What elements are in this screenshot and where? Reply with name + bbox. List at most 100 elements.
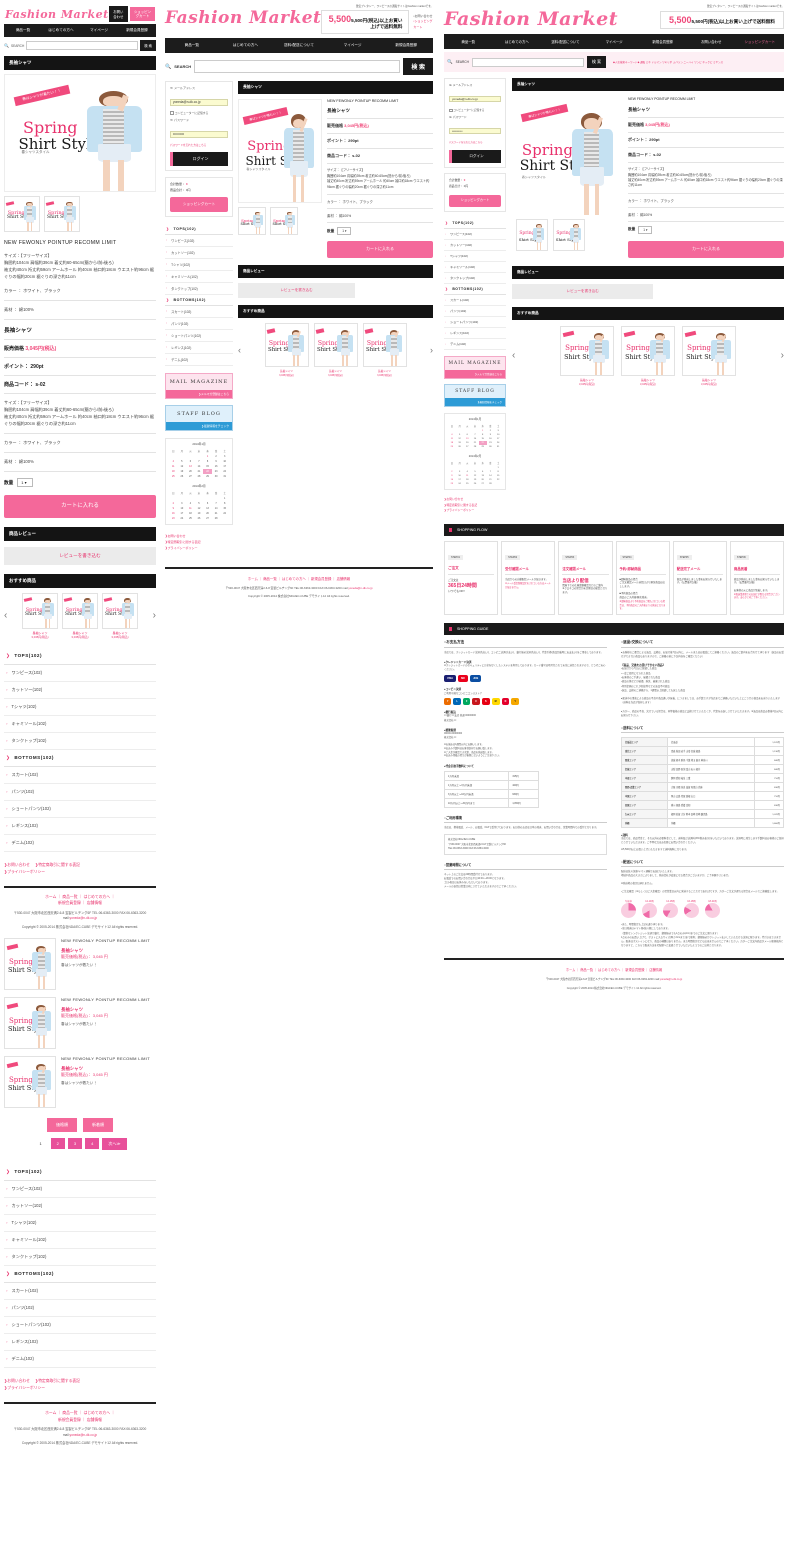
- category-item[interactable]: ◦ Tシャツ(102): [165, 259, 233, 271]
- side-link-privacy[interactable]: ❯プライバシーポリシー: [4, 1385, 156, 1392]
- carousel-next-icon[interactable]: ›: [781, 350, 784, 361]
- nav-item-first-time[interactable]: はじめての方へ: [42, 28, 80, 33]
- category-item[interactable]: ◦ デニム(102): [444, 339, 506, 350]
- qty-stepper[interactable]: 1 ▾: [638, 225, 653, 234]
- nav-item-register[interactable]: 新規会員登録: [379, 43, 433, 48]
- category-item[interactable]: ◦ ショートパンツ(102): [165, 330, 233, 342]
- category-item[interactable]: ◦ ショートパンツ(102): [4, 801, 156, 818]
- forgot-password-link[interactable]: パスワードを忘れた方はこちら: [170, 143, 228, 147]
- category-head-tops[interactable]: ❯ TOPS(102): [444, 218, 506, 229]
- footer-mail-link[interactable]: yoneda@n-dk.co.jp: [70, 916, 98, 920]
- cart-button[interactable]: ショッピングカート: [130, 6, 155, 22]
- thumbnail-2[interactable]: Spring Shirt Style: [553, 219, 585, 251]
- page-4[interactable]: 4: [85, 1138, 100, 1150]
- search-input[interactable]: [26, 41, 139, 50]
- category-head-bottoms[interactable]: ❯ BOTTOMS(102): [4, 750, 156, 767]
- mail-magazine-banner[interactable]: MAIL MAGAZINE ❯メルマガ登録はこちら: [165, 372, 233, 399]
- go-to-cart-button[interactable]: ショッピングカート: [170, 197, 228, 212]
- password-field[interactable]: [170, 130, 228, 138]
- category-item[interactable]: ◦ レギンス(102): [4, 1334, 156, 1351]
- category-item[interactable]: ◦ キャミソール(102): [4, 1232, 156, 1249]
- add-to-cart-button[interactable]: カートに入れる: [327, 241, 433, 258]
- category-head-bottoms[interactable]: ❯ BOTTOMS(102): [4, 1266, 156, 1283]
- sort-new-button[interactable]: 新着順: [83, 1117, 113, 1132]
- qty-stepper[interactable]: 1 ▾: [17, 478, 33, 488]
- email-field[interactable]: [170, 98, 228, 106]
- footer-nav-mobile[interactable]: ホーム ｜ 商品一覧 ｜ はじめての方へ ｜ 新規会員登録 ｜ 店舗情報: [4, 894, 156, 907]
- category-item[interactable]: ◦ Tシャツ(102): [4, 699, 156, 716]
- list-item[interactable]: Spring Shirt Style NEW FEWONLY POINTUP R…: [4, 937, 156, 990]
- recommend-card[interactable]: Spring Shirt Style 長袖シャツ 3,045円(税込): [62, 592, 98, 639]
- search-button[interactable]: 検 索: [403, 58, 433, 75]
- footer-nav-tablet[interactable]: ホーム ｜ 商品一覧 ｜ はじめての方へ ｜ 新規会員登録 ｜ 店舗情報: [165, 576, 433, 581]
- write-review-button[interactable]: レビューを書き込む: [4, 546, 156, 565]
- category-item[interactable]: ◦ パンツ(102): [4, 1300, 156, 1317]
- category-head-tops[interactable]: ❯ TOPS(102): [4, 648, 156, 665]
- nav-item-first-time[interactable]: はじめての方へ: [493, 39, 542, 44]
- recommend-card[interactable]: Spring Shirt Style 長袖シャツ 3,045円(税込): [682, 325, 736, 386]
- staff-blog-banner[interactable]: STAFF BLOG ❯最新情報をチェック: [444, 383, 506, 407]
- recommend-card[interactable]: Spring Shirt Style 長袖シャツ 3,045円(税込): [264, 322, 309, 377]
- remember-checkbox[interactable]: [449, 108, 453, 113]
- category-item[interactable]: ◦ デニム(102): [165, 354, 233, 366]
- category-item[interactable]: ◦ スカート(102): [444, 295, 506, 306]
- nav-item-mypage[interactable]: マイページ: [326, 43, 380, 48]
- side-link-legal[interactable]: ❯特定商取引に関する表記: [35, 1379, 80, 1383]
- page-next[interactable]: 次へ≫: [102, 1137, 127, 1150]
- side-link-privacy[interactable]: ❯プライバシーポリシー: [444, 508, 506, 514]
- thumbnail-1[interactable]: Spring Shirt Style: [516, 219, 548, 251]
- brand-logo[interactable]: Fashion Market: [165, 4, 321, 28]
- mail-magazine-banner[interactable]: MAIL MAGAZINE ❯メルマガ登録はこちら: [444, 355, 506, 379]
- category-head-tops[interactable]: ❯ TOPS(102): [4, 1164, 156, 1181]
- category-item[interactable]: ◦ ワンピース(102): [444, 229, 506, 240]
- nav-item-first-time[interactable]: はじめての方へ: [219, 43, 273, 48]
- recommend-card[interactable]: Spring Shirt Style 長袖シャツ 3,045円(税込): [560, 325, 614, 386]
- category-item[interactable]: ◦ パンツ(102): [165, 318, 233, 330]
- recommend-card[interactable]: Spring Shirt Style 長袖シャツ 3,045円(税込): [621, 325, 675, 386]
- category-item[interactable]: ◦ キャミソール(102): [4, 716, 156, 733]
- nav-item-shipping[interactable]: 送料・配送について: [272, 43, 326, 48]
- category-item[interactable]: ◦ Tシャツ(102): [444, 251, 506, 262]
- write-review-button[interactable]: レビューを書き込む: [238, 282, 355, 298]
- search-button[interactable]: 検 索: [140, 40, 156, 51]
- nav-item-mypage[interactable]: マイページ: [80, 28, 118, 33]
- side-link-privacy[interactable]: ❯プライバシーポリシー: [4, 869, 156, 876]
- nav-item-products[interactable]: 商品一覧: [444, 39, 493, 44]
- forgot-password-link[interactable]: パスワードを忘れた方はこちら: [449, 140, 501, 144]
- login-button[interactable]: ログイン: [170, 152, 228, 167]
- footer-mail-link[interactable]: yoneda@n-dk.co.jp: [348, 586, 372, 590]
- carousel-prev-icon[interactable]: ‹: [512, 350, 515, 361]
- sort-price-button[interactable]: 価格順: [47, 1117, 77, 1132]
- category-item[interactable]: ◦ ワンピース(102): [165, 235, 233, 247]
- page-1[interactable]: 1: [33, 1138, 48, 1150]
- category-item[interactable]: ◦ タンクトップ(102): [4, 1249, 156, 1266]
- category-item[interactable]: ◦ Tシャツ(102): [4, 1215, 156, 1232]
- category-item[interactable]: ◦ カットソー(102): [4, 1198, 156, 1215]
- main-nav-mobile[interactable]: 商品一覧 はじめての方へ マイページ 新規会員登録: [4, 24, 156, 37]
- nav-item-contact[interactable]: お問い合わせ: [687, 39, 736, 44]
- category-item[interactable]: ◦ ワンピース(102): [4, 1181, 156, 1198]
- category-item[interactable]: ◦ タンクトップ(102): [165, 283, 233, 295]
- category-head-tops[interactable]: ❯ TOPS(102): [165, 224, 233, 235]
- login-button[interactable]: ログイン: [449, 150, 501, 164]
- category-head-bottoms[interactable]: ❯ BOTTOMS(102): [444, 284, 506, 295]
- category-item[interactable]: ◦ レギンス(102): [165, 342, 233, 354]
- page-3[interactable]: 3: [67, 1138, 83, 1150]
- category-item[interactable]: ◦ スカート(102): [4, 1283, 156, 1300]
- list-item-image[interactable]: Spring Shirt Style: [4, 937, 56, 990]
- main-nav-desktop[interactable]: 商品一覧 はじめての方へ 送料・配送について マイページ 新規会員登録 お問い合…: [444, 34, 784, 49]
- category-item[interactable]: ◦ タンクトップ(102): [444, 273, 506, 284]
- search-input[interactable]: [471, 57, 584, 67]
- category-item[interactable]: ◦ カットソー(102): [444, 240, 506, 251]
- category-item[interactable]: ◦ キャミソール(102): [444, 262, 506, 273]
- product-main-image[interactable]: 春はシャツが着たい！！ Spring Shirt Style 春シャツスタイル: [4, 74, 156, 192]
- category-item[interactable]: ◦ ショートパンツ(102): [4, 1317, 156, 1334]
- category-item[interactable]: ◦ デニム(102): [4, 1351, 156, 1368]
- search-input[interactable]: [194, 60, 401, 73]
- list-item[interactable]: Spring Shirt Style NEW FEWONLY POINTUP R…: [4, 1055, 156, 1108]
- main-nav-tablet[interactable]: 商品一覧 はじめての方へ 送料・配送について マイページ 新規会員登録: [165, 38, 433, 53]
- side-link-legal[interactable]: ❯特定商取引に関する表記: [35, 863, 80, 867]
- category-head-bottoms[interactable]: ❯ BOTTOMS(102): [165, 295, 233, 306]
- category-item[interactable]: ◦ レギンス(102): [4, 818, 156, 835]
- email-field[interactable]: [449, 96, 501, 102]
